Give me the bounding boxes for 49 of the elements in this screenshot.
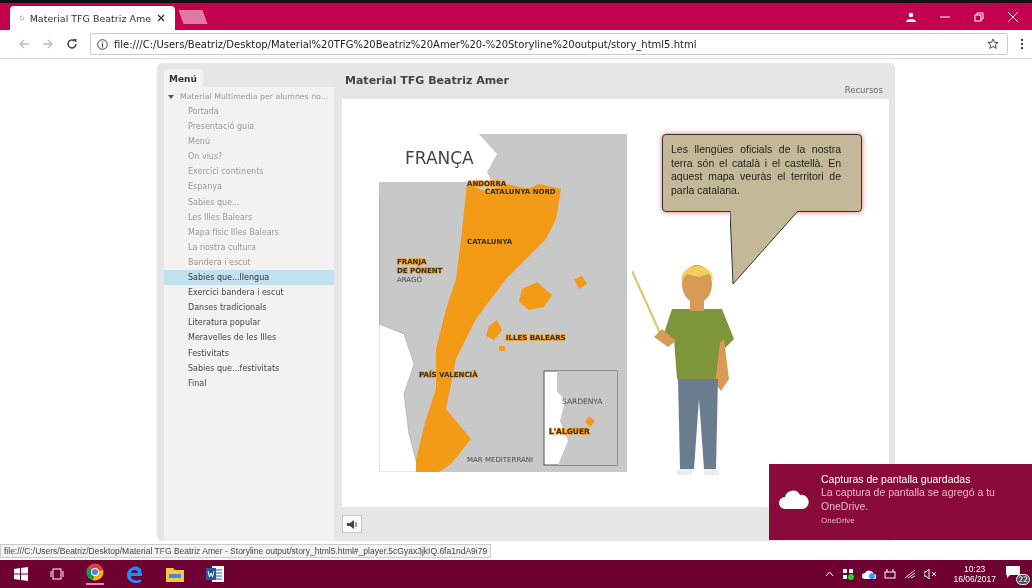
cloud-sync-tray-icon[interactable] <box>862 569 877 579</box>
chrome-icon[interactable] <box>86 563 104 585</box>
speaker-button[interactable] <box>342 515 362 533</box>
show-hidden-icons-caret-icon[interactable] <box>825 571 835 577</box>
speaker-muted-icon[interactable] <box>924 569 938 579</box>
time-text: 10:23 <box>964 564 986 574</box>
address-field[interactable]: file:///C:/Users/Beatriz/Desktop/Material%20TFG%20Beatriz%20Amer%20-%20Storyline%20output/story_html5.html <box>90 33 1008 55</box>
menu-item[interactable]: Danses tradicionals <box>164 300 334 316</box>
tab-title: Material TFG Beatriz Ame <box>29 12 151 24</box>
date-text: 16/06/2017 <box>953 574 996 584</box>
cloud-icon <box>779 489 809 509</box>
close-tab-icon[interactable] <box>157 14 165 22</box>
edge-browser-icon[interactable] <box>126 565 144 583</box>
course-title: Material TFG Beatriz Amer <box>345 74 509 87</box>
task-view-icon[interactable] <box>50 568 64 580</box>
notification-source: OneDrive <box>821 516 856 525</box>
caret-icon[interactable] <box>168 93 174 100</box>
word-icon[interactable] <box>206 565 224 583</box>
info-icon <box>97 38 108 50</box>
map-label: FRANÇA <box>405 148 474 168</box>
speech-text: Les llengües oficials de la nostra terra són el català i el castellà. En aquest mapa veuràs el territori de parla catalana. <box>671 143 842 197</box>
menu-item[interactable]: Festivitats <box>164 345 334 361</box>
menu-item[interactable]: Sabies que...festivitats <box>164 360 334 376</box>
speaker-icon <box>347 519 357 529</box>
menu-item[interactable]: Exercici bandera i escut <box>164 285 334 301</box>
windows-start-icon[interactable] <box>14 567 28 581</box>
reload-icon[interactable] <box>66 38 78 50</box>
status-url: file:///C:/Users/Beatriz/Desktop/Material TFG Beatriz Amer - Storyline output/story_html5.html#_player.5cGyax3jkIQ.6fa1ndA9i79 <box>0 544 492 558</box>
clock[interactable]: 10:23 16/06/2017 <box>953 564 996 584</box>
menu-item[interactable]: Sabies que...llengua <box>164 270 334 286</box>
close-icon[interactable] <box>1008 12 1018 22</box>
battery-icon[interactable] <box>884 569 897 579</box>
notification-title: Capturas de pantalla guardadas <box>821 473 972 485</box>
menu-item[interactable]: Literatura popular <box>164 315 334 331</box>
restore-icon[interactable] <box>974 12 984 22</box>
folder-icon[interactable] <box>166 566 184 582</box>
browser-tab[interactable]: Material TFG Beatriz Ame <box>10 6 175 30</box>
notification-message: La captura de pantalla se agregó a tu OneDrive. <box>821 485 996 513</box>
menu-tab[interactable]: Menú <box>164 69 203 87</box>
sync-tray-icon[interactable] <box>842 568 855 580</box>
menu-item[interactable]: Final <box>164 375 334 391</box>
wifi-icon[interactable] <box>904 569 917 579</box>
notification-toast[interactable]: Capturas de pantalla guardadas La captura de pantalla se agregó a tu OneDrive. OneDrive <box>769 464 1032 540</box>
menu-icon[interactable] <box>1020 38 1024 50</box>
bookmark-star-icon[interactable] <box>987 38 999 50</box>
message-icon <box>1006 566 1020 578</box>
resources-link[interactable]: Recursos <box>844 85 883 95</box>
menu-item[interactable]: Meravelles de les Illes <box>164 330 334 346</box>
user-icon[interactable] <box>906 12 916 22</box>
